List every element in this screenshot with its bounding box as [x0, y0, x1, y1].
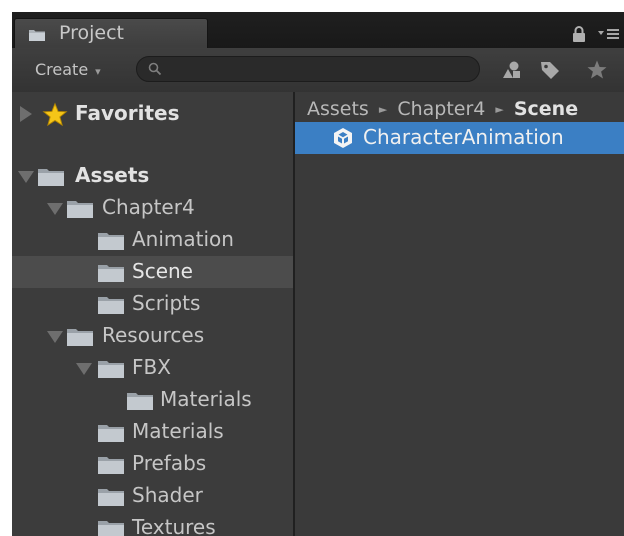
tree-label: Chapter4: [102, 195, 195, 219]
tab-label: Project: [59, 22, 125, 44]
tree-item-textures[interactable]: Textures: [12, 512, 293, 536]
tree-label: FBX: [132, 355, 171, 379]
create-label: Create: [35, 60, 89, 79]
create-button[interactable]: Create ▾: [22, 55, 116, 85]
filter-by-label-icon[interactable]: [539, 59, 561, 81]
tree-item-scripts[interactable]: Scripts: [12, 288, 293, 320]
folder-icon: [67, 201, 93, 218]
folder-icon: [38, 169, 64, 186]
tree-item-favorites[interactable]: Favorites: [12, 98, 293, 130]
title-bar: Project: [12, 12, 624, 49]
asset-label: CharacterAnimation: [363, 125, 564, 149]
folder-icon: [98, 265, 124, 282]
tab-project[interactable]: Project: [14, 18, 208, 49]
collapse-arrow-icon[interactable]: [47, 331, 63, 343]
folder-icon: [127, 393, 153, 410]
search-input[interactable]: [136, 56, 480, 82]
breadcrumb-item-scene[interactable]: Scene: [514, 98, 578, 120]
breadcrumb-separator-icon: ►: [495, 103, 504, 116]
collapse-arrow-icon[interactable]: [47, 203, 63, 215]
tree-item-resources[interactable]: Resources: [12, 320, 293, 352]
tree-label: Materials: [160, 387, 252, 411]
chevron-down-icon: ▾: [95, 65, 101, 78]
breadcrumb-separator-icon: ►: [378, 103, 388, 116]
filter-by-type-icon[interactable]: [501, 59, 523, 81]
tree-label: Shader: [132, 483, 203, 507]
tree-item-animation[interactable]: Animation: [12, 224, 293, 256]
collapse-arrow-icon[interactable]: [18, 171, 34, 183]
expand-arrow-icon[interactable]: [20, 106, 32, 122]
tree-item-shader[interactable]: Shader: [12, 480, 293, 512]
unity-scene-icon: [334, 128, 352, 148]
asset-content-pane: Assets ► Chapter4 ► Scene CharacterAnimation: [295, 92, 624, 536]
tree-item-chapter4[interactable]: Chapter4: [12, 192, 293, 224]
panel-menu-icon[interactable]: [598, 28, 620, 40]
folder-icon: [98, 361, 124, 378]
breadcrumb-item-chapter4[interactable]: Chapter4: [397, 98, 485, 120]
tree-item-prefabs[interactable]: Prefabs: [12, 448, 293, 480]
project-toolbar: Create ▾: [12, 48, 624, 93]
search-icon: [148, 62, 162, 76]
tree-label: Animation: [132, 227, 234, 251]
folder-icon: [98, 297, 124, 314]
tree-label: Assets: [75, 163, 150, 187]
folder-icon: [67, 329, 93, 346]
folder-icon: [98, 425, 124, 442]
tree-label: Textures: [132, 515, 216, 536]
breadcrumb: Assets ► Chapter4 ► Scene: [307, 98, 578, 120]
tree-label: Materials: [132, 419, 224, 443]
tree-label: Resources: [102, 323, 205, 347]
tree-item-assets[interactable]: Assets: [12, 160, 293, 192]
asset-item-characteranimation[interactable]: CharacterAnimation: [295, 122, 624, 154]
favorites-star-icon[interactable]: [586, 59, 608, 81]
tree-label: Scripts: [132, 291, 201, 315]
folder-icon: [98, 489, 124, 506]
project-window: Project Create ▾ Favorites Assets Chapte…: [12, 12, 624, 536]
collapse-arrow-icon[interactable]: [76, 363, 92, 375]
breadcrumb-item-assets[interactable]: Assets: [307, 98, 369, 120]
folder-tree: Favorites Assets Chapter4 Animation Scen…: [12, 92, 293, 536]
lock-icon[interactable]: [572, 26, 586, 42]
folder-icon: [98, 521, 124, 536]
tree-item-materials[interactable]: Materials: [12, 416, 293, 448]
tree-label: Scene: [132, 259, 193, 283]
favorites-star-icon: [42, 102, 68, 127]
folder-icon: [98, 233, 124, 250]
tree-label: Favorites: [75, 101, 180, 125]
tree-label: Prefabs: [132, 451, 207, 475]
tree-item-fbx-materials[interactable]: Materials: [12, 384, 293, 416]
folder-icon: [98, 457, 124, 474]
folder-icon: [29, 30, 45, 41]
tree-item-scene[interactable]: Scene: [12, 256, 293, 288]
tree-item-fbx[interactable]: FBX: [12, 352, 293, 384]
